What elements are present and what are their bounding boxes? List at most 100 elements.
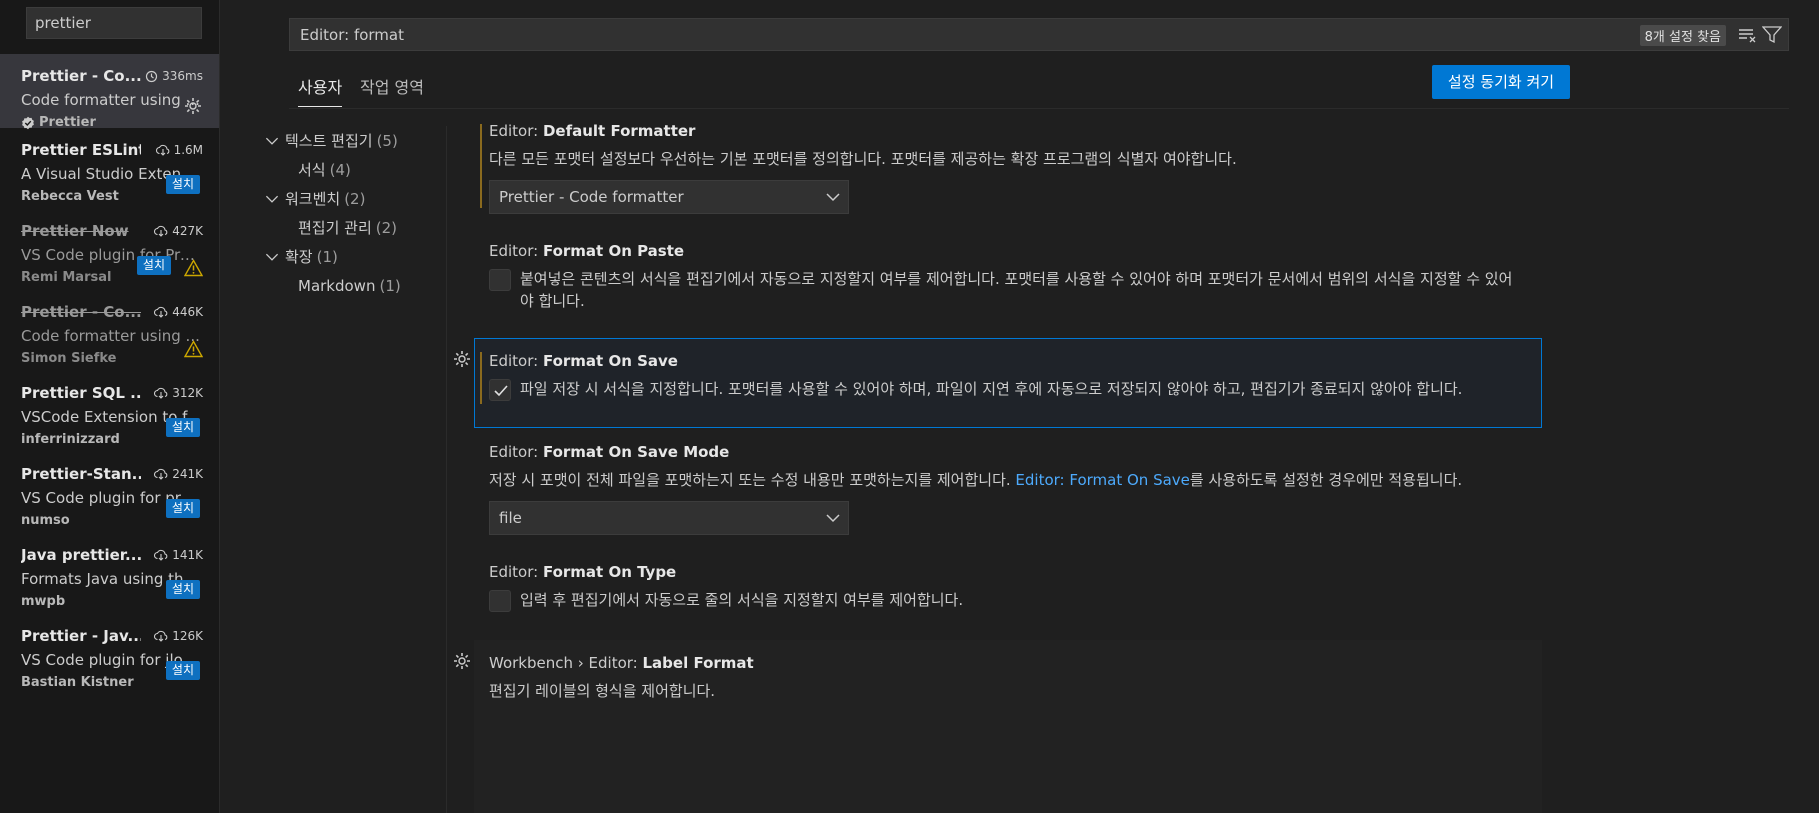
extension-stat-value: 141K [172,548,203,562]
toc-item[interactable]: 서식 (4) [249,155,439,184]
extension-item[interactable]: Java prettier... 141K Formats Java using t… [0,533,219,614]
setting-format-on-save: Editor: Format On Save 파일 저장 시 서식을 지정합니다… [489,352,1569,401]
setting-label-format: Workbench › Editor: Label Format 편집기 레이블… [489,654,1569,702]
extension-description: Code formatter using ... [21,91,200,109]
chevron-down-icon [826,193,840,202]
extension-item[interactable]: Prettier - Co... 336ms Code formatter usin… [0,54,219,130]
install-button[interactable]: 설치 [165,175,200,194]
extensions-search-input[interactable]: prettier [26,7,202,39]
settings-toc: 텍스트 편집기 (5) 서식 (4) 워크벤치 (2) 편집기 관리 (2) 확장 (1) Mark… [249,126,439,300]
extension-item[interactable]: Prettier - Co... 446K Code formatter using… [0,290,219,371]
setting-description: 붙여넣은 콘텐츠의 서식을 편집기에서 자동으로 지정할지 여부를 제어합니다.… [520,270,1513,310]
extensions-sidebar: prettier Prettier - Co... 336ms Code forma… [0,0,220,813]
toc-count: (2) [375,218,398,237]
results-count-badge: 8개 설정 찾음 [1639,25,1726,46]
setting-link[interactable]: Editor: Format On Save [1015,471,1189,489]
extension-name: Prettier - Jav... [21,627,141,645]
tab-workspace[interactable]: 작업 영역 [360,74,424,106]
settings-search-input[interactable]: Editor: format 8개 설정 찾음 [289,18,1789,51]
publisher-name: Simon Siefke [21,351,117,366]
install-button[interactable]: 설치 [165,418,200,437]
toc-label: 확장 [285,248,313,266]
select-value: Prettier - Code formatter [499,188,684,206]
extension-name: Prettier SQL ... [21,384,141,402]
extension-stat-value: 312K [172,386,203,400]
modified-indicator [480,124,482,208]
toc-item[interactable]: Markdown (1) [249,271,439,300]
format-on-save-mode-select[interactable]: file [489,501,849,535]
extension-description: Code formatter using ... [21,327,200,345]
select-value: file [499,509,522,527]
extension-stat: 141K [154,548,203,562]
publisher-name: inferrinizzard [21,432,120,447]
extension-item[interactable]: Prettier SQL ... 312K VSCode Extension to … [0,371,219,452]
format-on-paste-checkbox[interactable] [489,269,511,291]
modified-indicator [480,352,482,404]
setting-title: Editor: Format On Save [489,352,678,370]
checkmark-icon [494,385,508,397]
extension-publisher: Simon Siefke [21,351,203,366]
setting-format-on-paste: Editor: Format On Paste 붙여넣은 콘텐츠의 서식을 편집… [489,242,1519,312]
download-icon [154,387,168,399]
settings-sync-button[interactable]: 설정 동기화 켜기 [1432,65,1570,99]
download-icon [154,306,168,318]
gear-icon[interactable] [183,96,203,116]
format-on-save-checkbox[interactable] [489,379,511,401]
extension-name: Prettier-Stan... [21,465,141,483]
extension-stat-value: 336ms [162,69,203,83]
install-button[interactable]: 설치 [165,499,200,518]
tab-user[interactable]: 사용자 [298,74,343,107]
extension-item[interactable]: Prettier Now 427K VS Code plugin for Pre..… [0,209,219,290]
default-formatter-select[interactable]: Prettier - Code formatter [489,180,849,214]
chevron-down-icon [265,137,279,145]
extension-name: Java prettier... [21,546,141,564]
toc-item[interactable]: 편집기 관리 (2) [249,213,439,242]
setting-description: 저장 시 포맷이 전체 파일을 포맷하는지 또는 수정 내용만 포맷하는지를 제… [489,471,1463,489]
gear-icon[interactable] [452,349,472,369]
setting-format-on-save-mode: Editor: Format On Save Mode 저장 시 포맷이 전체 … [489,443,1569,535]
extension-name: Prettier - Co... [21,67,141,85]
setting-title: Editor: Default Formatter [489,122,696,140]
toc-item[interactable]: 텍스트 편집기 (5) [249,126,439,155]
download-icon [154,225,168,237]
format-on-type-checkbox[interactable] [489,590,511,612]
setting-title: Editor: Format On Type [489,563,677,581]
toc-count: (1) [379,276,401,295]
install-button[interactable]: 설치 [136,256,171,275]
download-icon [154,630,168,642]
extension-stat: 336ms [145,69,203,83]
download-icon [154,549,168,561]
warning-icon[interactable] [183,259,204,277]
chevron-down-icon [826,514,840,523]
extensions-list: Prettier - Co... 336ms Code formatter usin… [0,54,219,695]
install-button[interactable]: 설치 [165,580,200,599]
extension-item[interactable]: Prettier-Stan... 241K VS Code plugin for p… [0,452,219,533]
setting-description: 입력 후 편집기에서 자동으로 줄의 서식을 지정할지 여부를 제어합니다. [520,591,964,609]
extension-description: VS Code plugin for Pre... [21,246,203,264]
history-icon [145,70,158,83]
extension-stat: 312K [154,386,203,400]
publisher-name: Bastian Kistner [21,675,134,690]
warning-icon[interactable] [183,340,204,358]
toc-item[interactable]: 확장 (1) [249,242,439,271]
chevron-down-icon [265,253,279,261]
download-icon [154,468,168,480]
extension-item[interactable]: Prettier - Jav... 126K VS Code plugin for … [0,614,219,695]
extension-item[interactable]: Prettier ESLint 1.6M A Visual Studio Exten… [0,128,219,209]
toc-item[interactable]: 워크벤치 (2) [249,184,439,213]
clear-filter-icon[interactable] [1738,27,1758,43]
extension-stat-value: 126K [172,629,203,643]
setting-description: 파일 저장 시 서식을 지정합니다. 포맷터를 사용할 수 있어야 하며, 파일… [520,380,1463,398]
setting-title: Editor: Format On Paste [489,242,685,260]
extension-name: Prettier - Co... [21,303,141,321]
toc-count: (5) [376,131,398,150]
toc-label: 편집기 관리 [298,219,372,237]
extension-stat-value: 446K [172,305,203,319]
toc-divider [446,126,447,813]
filter-icon[interactable] [1762,26,1782,44]
extension-stat-value: 427K [172,224,203,238]
setting-title: Editor: Format On Save Mode [489,443,730,461]
extension-name: Prettier ESLint [21,141,141,159]
gear-icon[interactable] [452,651,472,671]
install-button[interactable]: 설치 [165,661,200,680]
